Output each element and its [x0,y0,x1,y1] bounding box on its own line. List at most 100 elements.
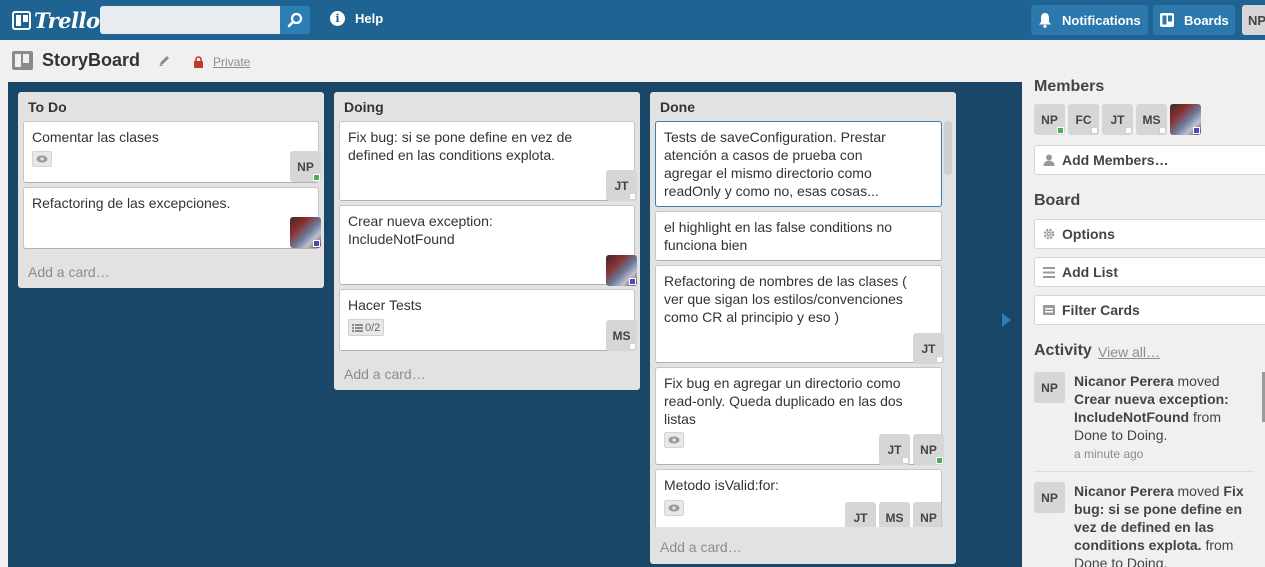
card-title: Fix bug: si se pone define en vez de def… [348,128,572,164]
activity-user-link[interactable]: Nicanor Perera [1074,483,1174,499]
board-header: StoryBoard Private [0,40,1265,82]
card[interactable]: Refactoring de las excepciones. [23,187,321,249]
activity-detail: Done to Doing. [1074,427,1168,443]
member-initials: NP [1041,112,1058,127]
member-initials: JT [614,178,629,193]
card-title: Metodo isValid:for: [664,477,779,493]
add-card-link[interactable]: Add a card… [660,539,742,555]
board-sidebar: Members NP FC JT MS Add Members… Board O… [1022,78,1265,567]
card-title: Hacer Tests [348,297,422,313]
card-member-photo-avatar[interactable] [290,217,321,248]
add-members-button[interactable]: Add Members… [1034,145,1265,175]
list-title[interactable]: Done [660,99,695,115]
member-initials: NP [297,159,314,174]
status-dot [629,193,636,200]
user-avatar[interactable]: NP [1242,5,1265,35]
status-dot [629,343,636,350]
add-card-link[interactable]: Add a card… [28,264,110,280]
boards-icon [1159,12,1175,28]
member-initials: JT [853,510,868,525]
eye-icon [664,432,684,448]
member-avatar[interactable]: MS [1136,104,1167,135]
eye-icon [664,500,684,516]
person-icon [1043,154,1055,166]
pencil-icon[interactable] [158,54,171,70]
card[interactable]: Hacer Tests 0/2 MS [339,289,637,351]
card-member-photo-avatar[interactable] [606,255,637,286]
card[interactable]: Tests de saveConfiguration. Prestar aten… [655,121,942,207]
privacy-link[interactable]: Private [213,55,250,69]
scroll-right-arrow-icon[interactable] [1000,312,1012,331]
card-member-avatar[interactable]: JT [845,502,876,527]
activity-text: Nicanor Perera moved Fix bug: si se pone… [1074,482,1256,567]
lock-icon [193,55,204,71]
card-member-avatar[interactable]: JT [879,434,910,465]
member-photo-avatar[interactable] [1170,104,1201,135]
activity-detail: Done to Doing. [1074,555,1168,567]
member-initials: NP [1041,490,1058,505]
list-title[interactable]: Doing [344,99,384,115]
card[interactable]: Fix bug: si se pone define en vez de def… [339,121,637,201]
activity-item: NP Nicanor Perera moved Fix bug: si se p… [1034,482,1254,567]
board-heading: Board [1034,192,1081,209]
status-dot [1193,127,1200,134]
help-link[interactable]: i Help [330,11,383,26]
search-icon [287,12,303,28]
status-dot [1057,127,1064,134]
options-button[interactable]: Options [1034,219,1265,249]
member-initials: JT [887,442,902,457]
card-title-line: Crear nueva exception: [348,213,493,229]
options-label: Options [1062,226,1115,242]
card[interactable]: Refactoring de nombres de las clases ( v… [655,265,944,364]
list-todo: To Do Comentar las clases NP Refactoring… [18,92,324,288]
card-title: Refactoring de nombres de las clases ( v… [664,273,907,325]
member-avatar[interactable]: NP [1034,104,1065,135]
card[interactable]: Comentar las clases NP [23,121,321,183]
card[interactable]: Metodo isValid:for: JT MS NP [655,469,942,527]
board-icon [12,51,33,70]
trello-logo[interactable]: Trello [12,8,100,33]
activity-text: Nicanor Perera moved Crear nueva excepti… [1074,372,1256,444]
activity-item: NP Nicanor Perera moved Crear nueva exce… [1034,372,1254,467]
list-doing: Doing Fix bug: si se pone define en vez … [334,92,640,390]
card-member-avatar[interactable]: JT [913,333,944,364]
search-button[interactable] [280,6,310,34]
member-initials: MS [885,510,904,525]
list-scrollbar[interactable] [944,121,952,175]
status-dot [313,174,320,181]
activity-avatar[interactable]: NP [1034,482,1065,513]
card[interactable]: el highlight en las false conditions no … [655,211,942,261]
view-all-link[interactable]: View all… [1098,344,1160,360]
boards-button[interactable]: Boards [1153,5,1235,35]
activity-user-link[interactable]: Nicanor Perera [1074,373,1174,389]
card-member-avatar[interactable]: NP [913,502,941,527]
card-title: Tests de saveConfiguration. Prestar aten… [664,129,886,199]
status-dot [629,278,636,285]
activity-avatar[interactable]: NP [1034,372,1065,403]
card-member-avatar[interactable]: MS [606,320,637,351]
member-avatar[interactable]: JT [1102,104,1133,135]
gear-icon [1043,228,1055,240]
member-initials: NP [920,442,937,457]
board-canvas: To Do Comentar las clases NP Refactoring… [8,82,1022,567]
card-member-avatar[interactable]: NP [290,151,321,182]
boards-label: Boards [1184,12,1229,28]
card[interactable]: Crear nueva exception: IncludeNotFound [339,205,637,286]
add-card-link[interactable]: Add a card… [344,366,426,382]
member-initials: NP [1041,380,1058,395]
filter-card-icon [1043,305,1055,315]
notifications-button[interactable]: Notifications [1031,5,1148,35]
list-title[interactable]: To Do [28,99,67,115]
board-title[interactable]: StoryBoard [42,50,140,71]
member-avatar[interactable]: FC [1068,104,1099,135]
card-member-avatar[interactable]: MS [879,502,910,527]
filter-cards-button[interactable]: Filter Cards [1034,295,1265,325]
card[interactable]: Fix bug en agregar un directorio como re… [655,367,944,465]
add-list-button[interactable]: Add List [1034,257,1265,287]
member-initials: JT [921,341,936,356]
card-member-avatar[interactable]: NP [913,434,944,465]
eye-icon [32,151,52,167]
card-member-avatar[interactable]: JT [606,170,637,201]
search-input[interactable] [100,6,280,34]
logo-text: Trello [34,8,100,33]
